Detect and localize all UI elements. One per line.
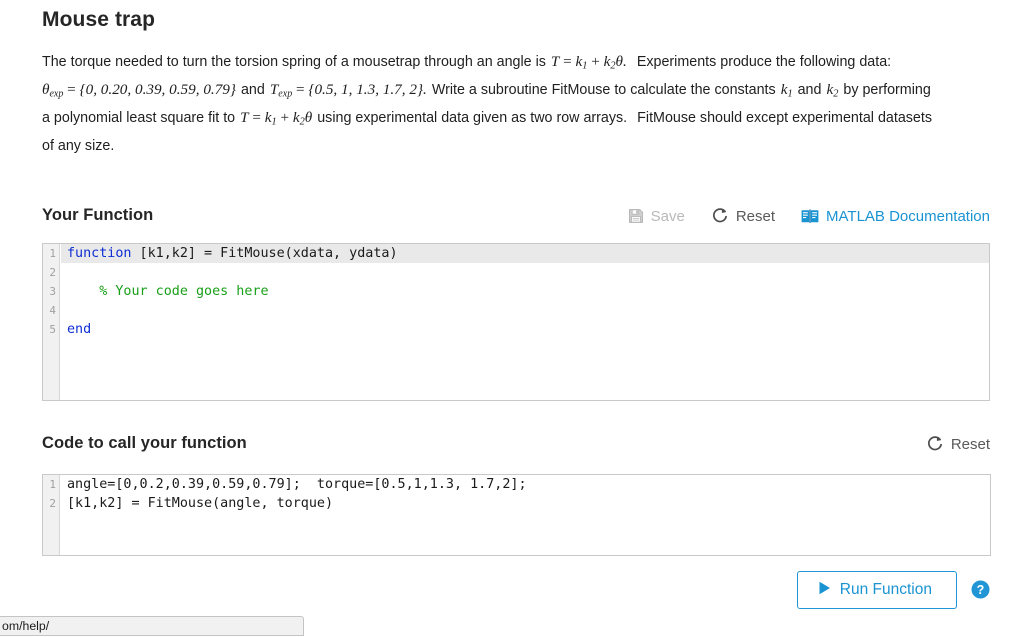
problem-line-3-text-b: using experimental data given as two row… — [317, 110, 627, 126]
symbol-k1: k1 — [781, 81, 793, 98]
run-bar: Run Function ? — [797, 571, 990, 609]
save-label: Save — [651, 209, 685, 224]
exercise-page: Mouse trap The torque needed to turn the… — [0, 0, 1024, 612]
problem-line-1-text-b: Experiments produce the following data: — [637, 54, 891, 70]
reset-call-code-button[interactable]: Reset — [926, 435, 990, 453]
code-token: end — [67, 322, 91, 337]
formula-torque-fit: T = k1 + k2θ — [240, 109, 312, 126]
page-title: Mouse trap — [42, 8, 992, 32]
problem-line-2-and: and — [241, 82, 265, 98]
problem-line-4: of any size. — [42, 132, 992, 160]
problem-line-2-text-b: Write a subroutine FitMouse to calculate… — [432, 82, 776, 98]
play-icon — [818, 581, 831, 599]
problem-line-2-and2: and — [798, 82, 822, 98]
code-line: end — [61, 320, 989, 339]
matlab-documentation-link[interactable]: MATLAB Documentation — [801, 209, 990, 224]
problem-line-3-text-c: FitMouse should except experimental data… — [637, 110, 932, 126]
your-function-title: Your Function — [42, 206, 153, 225]
code-line: % Your code goes here — [61, 282, 989, 301]
problem-line-1: The torque needed to turn the torsion sp… — [42, 48, 992, 76]
call-code-gutter: 12 — [43, 475, 60, 555]
formula-torque-inline: T = k1 + k2θ. — [551, 53, 627, 70]
code-line — [61, 301, 989, 320]
code-line — [61, 263, 989, 282]
save-button[interactable]: Save — [628, 208, 685, 224]
problem-statement: Mouse trap The torque needed to turn the… — [42, 8, 992, 160]
line-number: 1 — [43, 244, 59, 263]
function-editor-code[interactable]: function [k1,k2] = FitMouse(xdata, ydata… — [61, 244, 989, 400]
call-code-editor[interactable]: 12 angle=[0,0.2,0.39,0.59,0.79]; torque=… — [42, 474, 991, 556]
reset-icon — [926, 435, 944, 453]
matlab-documentation-label: MATLAB Documentation — [826, 209, 990, 224]
line-number: 2 — [43, 494, 59, 513]
code-token — [67, 284, 99, 299]
your-function-toolbar: Save Reset — [628, 207, 990, 225]
code-line: function [k1,k2] = FitMouse(xdata, ydata… — [61, 244, 989, 263]
reset-function-label: Reset — [736, 209, 775, 224]
call-code-header: Code to call your function Reset — [42, 434, 990, 458]
code-token: function — [67, 246, 132, 261]
problem-line-2-text-c: by performing — [843, 82, 930, 98]
symbol-k2: k2 — [826, 81, 838, 98]
line-number: 4 — [43, 301, 59, 320]
line-number: 5 — [43, 320, 59, 339]
browser-status-url: om/help/ — [0, 616, 304, 636]
line-number: 2 — [43, 263, 59, 282]
code-token: % Your code goes here — [99, 284, 268, 299]
svg-text:?: ? — [977, 583, 985, 597]
book-icon — [801, 209, 819, 224]
problem-line-3: a polynomial least square fit to T = k1 +… — [42, 104, 992, 132]
code-line: [k1,k2] = FitMouse(angle, torque) — [61, 494, 990, 513]
code-token: [k1,k2] = FitMouse(xdata, ydata) — [132, 246, 398, 261]
save-icon — [628, 208, 644, 224]
reset-call-code-label: Reset — [951, 437, 990, 452]
code-token: angle=[0,0.2,0.39,0.59,0.79]; torque=[0.… — [67, 477, 527, 492]
function-code-editor[interactable]: 12345 function [k1,k2] = FitMouse(xdata,… — [42, 243, 990, 401]
line-number: 1 — [43, 475, 59, 494]
run-function-label: Run Function — [840, 582, 932, 598]
run-function-button[interactable]: Run Function — [797, 571, 957, 609]
formula-theta-exp: θexp = {0, 0.20, 0.39, 0.59, 0.79} — [42, 81, 236, 98]
reset-function-button[interactable]: Reset — [711, 207, 775, 225]
call-code-toolbar: Reset — [926, 435, 990, 453]
call-code-title: Code to call your function — [42, 434, 247, 453]
formula-t-exp: Texp = {0.5, 1, 1.3, 1.7, 2}. — [270, 81, 427, 98]
reset-icon — [711, 207, 729, 225]
code-token: [k1,k2] = FitMouse(angle, torque) — [67, 496, 333, 511]
problem-line-2: θexp = {0, 0.20, 0.39, 0.59, 0.79} and Tex… — [42, 76, 992, 104]
line-number: 3 — [43, 282, 59, 301]
help-icon[interactable]: ? — [971, 580, 990, 599]
problem-text: The torque needed to turn the torsion sp… — [42, 48, 992, 160]
code-line: angle=[0,0.2,0.39,0.59,0.79]; torque=[0.… — [61, 475, 990, 494]
your-function-header: Your Function Save — [42, 206, 990, 230]
function-editor-gutter: 12345 — [43, 244, 60, 400]
call-code-text[interactable]: angle=[0,0.2,0.39,0.59,0.79]; torque=[0.… — [61, 475, 990, 555]
problem-line-1-text-a: The torque needed to turn the torsion sp… — [42, 54, 546, 70]
problem-line-3-text-a: a polynomial least square fit to — [42, 110, 235, 126]
